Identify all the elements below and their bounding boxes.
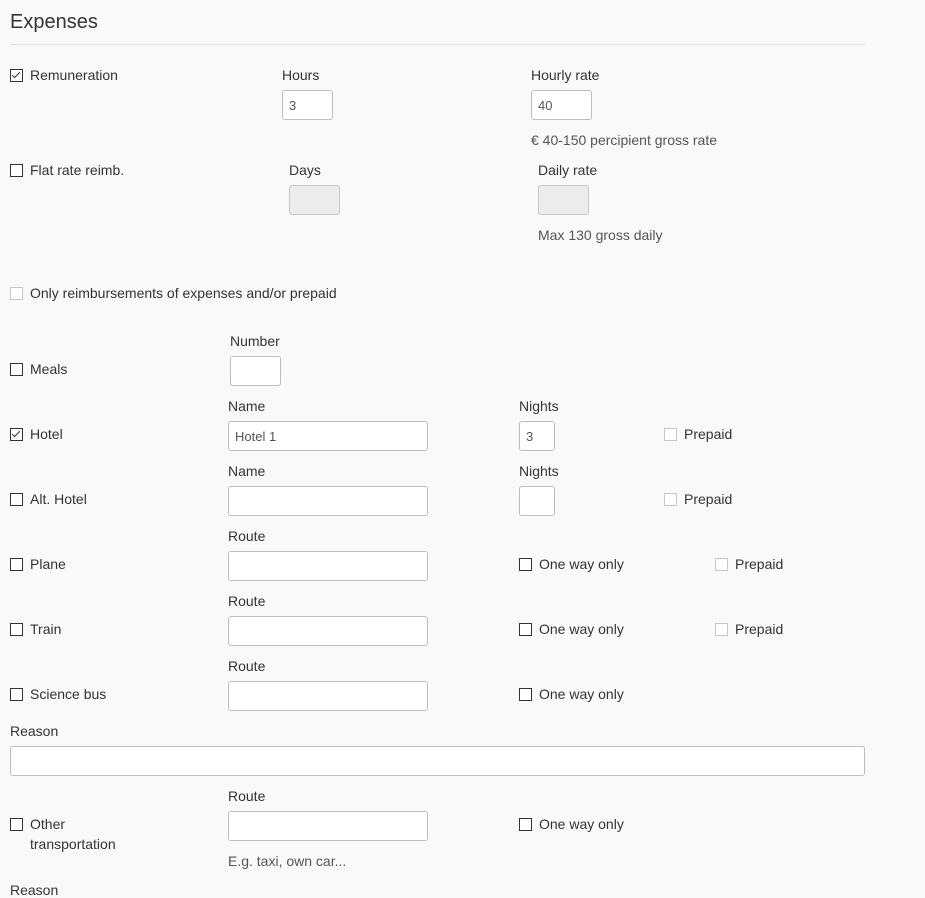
science-bus-label: Science bus: [30, 686, 107, 702]
alt-hotel-prepaid-label: Prepaid: [684, 491, 733, 507]
science-bus-route-label: Route: [228, 658, 266, 674]
daily-rate-input[interactable]: [538, 185, 589, 215]
other-transport-one-way-checkbox[interactable]: [519, 818, 532, 831]
meals-label: Meals: [30, 361, 68, 377]
reason-input[interactable]: [10, 746, 865, 776]
remuneration-checkbox[interactable]: [10, 69, 23, 82]
alt-hotel-nights-label: Nights: [519, 463, 559, 479]
daily-rate-label: Daily rate: [538, 162, 598, 178]
other-transport-route-label: Route: [228, 788, 266, 804]
meals-number-input[interactable]: [230, 356, 281, 386]
plane-checkbox[interactable]: [10, 558, 23, 571]
hotel-prepaid-label: Prepaid: [684, 426, 733, 442]
train-one-way-checkbox[interactable]: [519, 623, 532, 636]
only-reimbursements-checkbox[interactable]: [10, 287, 23, 300]
train-label: Train: [30, 621, 62, 637]
alt-hotel-name-label: Name: [228, 463, 266, 479]
hourly-rate-help: € 40-150 percipient gross rate: [531, 132, 717, 148]
flat-rate-checkbox[interactable]: [10, 164, 23, 177]
plane-one-way-label: One way only: [539, 556, 624, 572]
page-title: Expenses: [10, 11, 98, 33]
plane-label: Plane: [30, 556, 66, 572]
meals-checkbox[interactable]: [10, 363, 23, 376]
other-transport-route-input[interactable]: [228, 811, 428, 841]
only-reimbursements-label: Only reimbursements of expenses and/or p…: [30, 285, 337, 301]
hotel-name-label: Name: [228, 398, 266, 414]
days-label: Days: [289, 162, 321, 178]
plane-route-input[interactable]: [228, 551, 428, 581]
other-transport-label-line2: transportation: [30, 836, 116, 852]
alt-hotel-prepaid-checkbox[interactable]: [664, 493, 677, 506]
remuneration-label: Remuneration: [30, 67, 118, 83]
other-transport-checkbox[interactable]: [10, 818, 23, 831]
plane-prepaid-checkbox[interactable]: [715, 558, 728, 571]
hourly-rate-input[interactable]: [531, 90, 592, 120]
flat-rate-label: Flat rate reimb.: [30, 162, 125, 178]
science-bus-checkbox[interactable]: [10, 688, 23, 701]
alt-hotel-label: Alt. Hotel: [30, 491, 87, 507]
hotel-prepaid-checkbox[interactable]: [664, 428, 677, 441]
other-transport-route-help: E.g. taxi, own car...: [228, 853, 347, 869]
other-transport-label-line1: Other: [30, 816, 66, 832]
other-transport-reason-label: Reason: [10, 882, 59, 898]
hotel-name-input[interactable]: [228, 421, 428, 451]
title-divider: [10, 44, 865, 45]
train-route-label: Route: [228, 593, 266, 609]
plane-one-way-checkbox[interactable]: [519, 558, 532, 571]
daily-rate-help: Max 130 gross daily: [538, 227, 663, 243]
science-bus-one-way-checkbox[interactable]: [519, 688, 532, 701]
hotel-label: Hotel: [30, 426, 63, 442]
train-prepaid-checkbox[interactable]: [715, 623, 728, 636]
plane-prepaid-label: Prepaid: [735, 556, 784, 572]
hotel-nights-input[interactable]: [519, 421, 555, 451]
other-transport-one-way-label: One way only: [539, 816, 624, 832]
alt-hotel-name-input[interactable]: [228, 486, 428, 516]
hours-input[interactable]: [282, 90, 333, 120]
train-checkbox[interactable]: [10, 623, 23, 636]
science-bus-route-input[interactable]: [228, 681, 428, 711]
train-prepaid-label: Prepaid: [735, 621, 784, 637]
hours-label: Hours: [282, 67, 320, 83]
train-one-way-label: One way only: [539, 621, 624, 637]
science-bus-one-way-label: One way only: [539, 686, 624, 702]
train-route-input[interactable]: [228, 616, 428, 646]
hotel-checkbox[interactable]: [10, 428, 23, 441]
hotel-nights-label: Nights: [519, 398, 559, 414]
alt-hotel-checkbox[interactable]: [10, 493, 23, 506]
alt-hotel-nights-input[interactable]: [519, 486, 555, 516]
hourly-rate-label: Hourly rate: [531, 67, 600, 83]
plane-route-label: Route: [228, 528, 266, 544]
reason-label: Reason: [10, 723, 59, 739]
days-input[interactable]: [289, 185, 340, 215]
meals-number-label: Number: [230, 333, 280, 349]
